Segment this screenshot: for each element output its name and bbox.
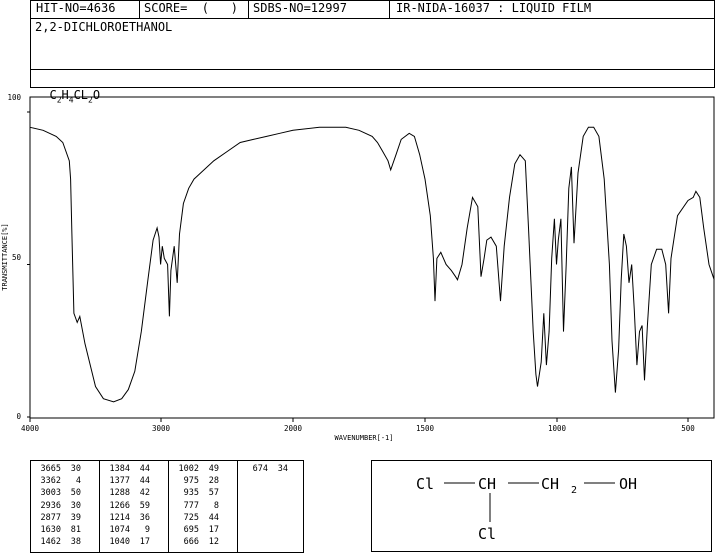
peak-transmittance: 57 [208,488,219,499]
peak-wavenumber: 1074 [109,525,130,535]
x-axis-label: WAVENUMBER[-1] [334,434,393,442]
structure-diagram: Cl CH CH 2 OH Cl [416,475,637,543]
peak-wavenumber: 2936 [40,500,61,511]
peak-wavenumber: 674 [252,464,268,474]
peak-wavenumber: 1462 [40,537,61,548]
peak-transmittance: 36 [139,512,150,523]
peak-transmittance: 44 [208,512,219,523]
y-tick-label: 50 [12,253,22,262]
x-tick-label: 2000 [284,424,303,433]
peak-wavenumber: 3003 [40,488,61,499]
peak-wavenumber: 935 [183,488,199,499]
x-tick-label: 1000 [548,424,567,433]
peak-wavenumber: 777 [183,500,199,511]
transmittance-series-line [29,126,715,403]
y-axis: 100 50 0 [7,93,30,421]
peak-transmittance: 39 [70,512,81,523]
peak-table-divider [237,461,238,553]
peak-wavenumber: 1040 [109,537,130,548]
x-tick-label: 4000 [21,424,40,433]
peak-wavenumber: 1214 [109,512,130,523]
peak-wavenumber: 3665 [40,464,61,474]
peak-transmittance: 4 [75,476,81,487]
peak-transmittance: 34 [277,464,288,474]
atom-cl: Cl [416,475,434,493]
peak-wavenumber: 1377 [109,476,130,487]
peak-transmittance: 30 [70,464,81,474]
peak-transmittance: 8 [213,500,219,511]
peak-transmittance: 17 [139,537,150,548]
peak-transmittance: 28 [208,476,219,487]
peak-transmittance: 49 [208,464,219,474]
peak-transmittance: 59 [139,500,150,511]
peak-wavenumber: 1288 [109,488,130,499]
peak-table-divider [168,461,169,553]
peak-transmittance: 9 [144,525,150,535]
peak-wavenumber: 695 [183,525,199,535]
peak-wavenumber: 1384 [109,464,130,474]
peak-transmittance: 30 [70,500,81,511]
peak-wavenumber: 1266 [109,500,130,511]
y-axis-label: TRANSMITTANCE[%] [1,223,9,290]
x-axis: 4000 3000 2000 1500 1000 500 [21,418,695,433]
peak-table-divider [99,461,100,553]
peak-transmittance: 17 [208,525,219,535]
peak-transmittance: 12 [208,537,219,548]
peak-transmittance: 81 [70,525,81,535]
peak-wavenumber: 666 [183,537,199,548]
peak-wavenumber: 725 [183,512,199,523]
peak-transmittance: 42 [139,488,150,499]
x-tick-label: 1500 [416,424,435,433]
ir-spectrum-chart: 100500 4000 3000 2000 1500 1000 500 WAVENUMBE… [1,93,715,442]
peak-wavenumber: 975 [183,476,199,487]
structure-box: Cl CH CH 2 OH Cl [371,460,712,552]
atom-oh: OH [619,475,637,493]
peak-transmittance: 44 [139,476,150,487]
peak-table: 3665 30 3362 4 3003 50 2936 30 2877 39 1630 81 1462 3… [30,460,304,553]
atom-ch2: CH [541,475,559,493]
peak-transmittance: 50 [70,488,81,499]
atom-cl: Cl [478,525,496,543]
peak-transmittance: 38 [70,537,81,548]
peak-wavenumber: 1630 [40,525,61,535]
y-tick-label: 0 [16,412,21,421]
peak-wavenumber: 1002 [178,464,199,474]
peak-transmittance: 44 [139,464,150,474]
x-tick-label: 500 [681,424,695,433]
plot-frame [29,96,715,419]
peak-wavenumber: 2877 [40,512,61,523]
y-tick-label: 100 [7,93,21,102]
atom-ch2-subscript: 2 [571,485,577,496]
x-tick-label: 3000 [152,424,171,433]
peak-wavenumber: 3362 [40,476,61,487]
atom-ch: CH [478,475,496,493]
